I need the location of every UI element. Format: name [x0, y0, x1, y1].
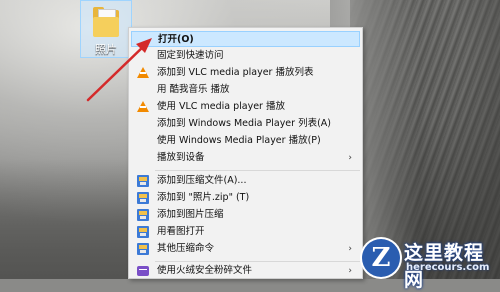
context-menu: 打开(O) 固定到快速访问 添加到 VLC media player 播放列表 … — [128, 27, 363, 279]
menu-item-label: 添加到图片压缩 — [157, 209, 224, 220]
shredder-icon — [137, 265, 149, 277]
folder-label: 照片 — [95, 43, 117, 56]
menu-item-other-compress[interactable]: 其他压缩命令 › — [131, 241, 360, 257]
menu-item-label: 使用 VLC media player 播放 — [157, 101, 285, 112]
chevron-right-icon: › — [348, 266, 352, 276]
menu-item-label: 添加到 Windows Media Player 列表(A) — [157, 118, 331, 129]
menu-item-label: 固定到快速访问 — [157, 50, 224, 61]
folder-icon — [93, 7, 119, 37]
menu-item-image-compress[interactable]: 添加到图片压缩 — [131, 207, 360, 223]
menu-item-label: 播放到设备 — [157, 152, 205, 163]
menu-item-vlc-add-playlist[interactable]: 添加到 VLC media player 播放列表 — [131, 65, 360, 81]
menu-item-huorong-shred[interactable]: 使用火绒安全粉碎文件 › — [131, 263, 360, 279]
menu-item-label: 使用 Windows Media Player 播放(P) — [157, 135, 321, 146]
menu-item-label: 用 酷我音乐 播放 — [157, 84, 230, 95]
chevron-right-icon: › — [348, 153, 352, 163]
archive-icon — [137, 209, 149, 221]
menu-item-wmp-add-list[interactable]: 添加到 Windows Media Player 列表(A) — [131, 116, 360, 132]
archive-icon — [137, 192, 149, 204]
menu-item-vlc-play[interactable]: 使用 VLC media player 播放 — [131, 99, 360, 115]
vlc-cone-icon — [137, 101, 149, 113]
menu-item-label: 添加到 "照片.zip" (T) — [157, 192, 250, 203]
archive-icon — [137, 175, 149, 187]
vlc-cone-icon — [137, 67, 149, 79]
archive-icon — [137, 243, 149, 255]
photos-folder-icon[interactable]: 照片 — [80, 0, 132, 58]
menu-item-label: 用看图打开 — [157, 226, 205, 237]
menu-separator — [155, 170, 360, 171]
watermark-url: herecours.com — [406, 262, 490, 273]
menu-item-add-to-archive[interactable]: 添加到压缩文件(A)... — [131, 173, 360, 189]
menu-item-wmp-play[interactable]: 使用 Windows Media Player 播放(P) — [131, 133, 360, 149]
menu-item-open[interactable]: 打开(O) — [131, 31, 360, 47]
menu-item-kuwo-play[interactable]: 用 酷我音乐 播放 — [131, 82, 360, 98]
watermark: Z 这里教程网 herecours.com — [358, 237, 500, 291]
menu-item-cast-to-device[interactable]: 播放到设备 › — [131, 150, 360, 166]
archive-icon — [137, 226, 149, 238]
menu-item-label: 打开(O) — [158, 34, 194, 45]
watermark-logo: Z — [362, 239, 400, 277]
menu-item-label: 添加到压缩文件(A)... — [157, 175, 247, 186]
menu-item-pin-quick-access[interactable]: 固定到快速访问 — [131, 48, 360, 64]
menu-item-open-with-viewer[interactable]: 用看图打开 — [131, 224, 360, 240]
menu-item-label: 添加到 VLC media player 播放列表 — [157, 67, 314, 78]
chevron-right-icon: › — [348, 244, 352, 254]
menu-separator — [155, 261, 360, 262]
menu-item-add-to-zip[interactable]: 添加到 "照片.zip" (T) — [131, 190, 360, 206]
menu-item-label: 其他压缩命令 — [157, 243, 215, 254]
menu-item-label: 使用火绒安全粉碎文件 — [157, 265, 253, 276]
